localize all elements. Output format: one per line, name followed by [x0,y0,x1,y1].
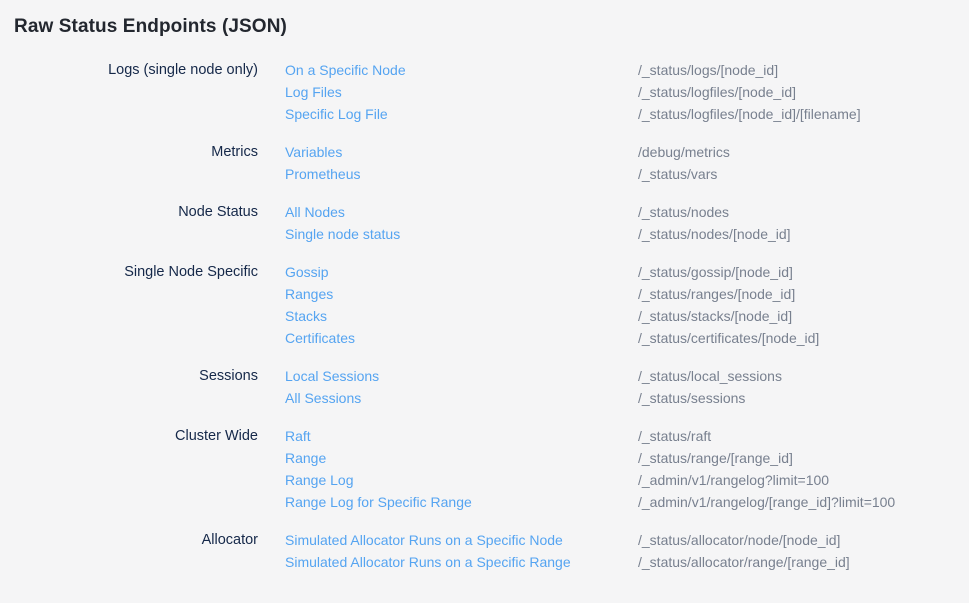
section-rows: Variables/debug/metricsPrometheus/_statu… [285,141,730,185]
endpoint-link[interactable]: Specific Log File [285,103,638,125]
endpoint-row: Log Files/_status/logfiles/[node_id] [285,81,861,103]
endpoint-link[interactable]: Simulated Allocator Runs on a Specific R… [285,551,638,573]
endpoint-row: Prometheus/_status/vars [285,163,730,185]
endpoint-path: /_status/certificates/[node_id] [638,327,819,349]
endpoint-section: Logs (single node only) On a Specific Nod… [14,59,955,125]
endpoint-link[interactable]: Single node status [285,223,638,245]
section-rows: Simulated Allocator Runs on a Specific N… [285,529,850,573]
endpoint-section: Allocator Simulated Allocator Runs on a S… [14,529,955,573]
endpoint-row: Certificates/_status/certificates/[node_… [285,327,819,349]
endpoint-row: On a Specific Node/_status/logs/[node_id… [285,59,861,81]
endpoint-row: Variables/debug/metrics [285,141,730,163]
section-label: Cluster Wide [14,425,258,447]
endpoint-path: /_status/range/[range_id] [638,447,793,469]
endpoint-row: All Nodes/_status/nodes [285,201,791,223]
endpoint-row: Single node status/_status/nodes/[node_i… [285,223,791,245]
endpoint-link[interactable]: Variables [285,141,638,163]
endpoint-row: Range Log for Specific Range/_admin/v1/r… [285,491,895,513]
endpoint-path: /_status/gossip/[node_id] [638,261,793,283]
endpoint-path: /_status/raft [638,425,711,447]
endpoint-path: /_status/vars [638,163,717,185]
section-label: Metrics [14,141,258,163]
section-label: Logs (single node only) [14,59,258,81]
endpoint-link[interactable]: Range Log for Specific Range [285,491,638,513]
endpoint-path: /_status/allocator/node/[node_id] [638,529,840,551]
endpoint-path: /_admin/v1/rangelog/[range_id]?limit=100 [638,491,895,513]
endpoint-link[interactable]: Local Sessions [285,365,638,387]
section-rows: All Nodes/_status/nodesSingle node statu… [285,201,791,245]
section-rows: On a Specific Node/_status/logs/[node_id… [285,59,861,125]
section-rows: Gossip/_status/gossip/[node_id]Ranges/_s… [285,261,819,349]
section-rows: Raft/_status/raftRange/_status/range/[ra… [285,425,895,513]
section-label: Allocator [14,529,258,551]
endpoint-section: Sessions Local Sessions/_status/local_ses… [14,365,955,409]
endpoint-path: /_status/nodes [638,201,729,223]
endpoint-link[interactable]: Ranges [285,283,638,305]
endpoint-link[interactable]: Raft [285,425,638,447]
endpoint-row: Stacks/_status/stacks/[node_id] [285,305,819,327]
endpoint-path: /_status/logfiles/[node_id]/[filename] [638,103,861,125]
endpoint-link[interactable]: Range [285,447,638,469]
endpoint-link[interactable]: Stacks [285,305,638,327]
endpoint-row: Simulated Allocator Runs on a Specific N… [285,529,850,551]
endpoint-path: /_status/nodes/[node_id] [638,223,791,245]
endpoint-path: /debug/metrics [638,141,730,163]
endpoint-path: /_status/allocator/range/[range_id] [638,551,850,573]
page-title: Raw Status Endpoints (JSON) [14,15,955,38]
section-rows: Local Sessions/_status/local_sessionsAll… [285,365,782,409]
endpoint-row: Simulated Allocator Runs on a Specific R… [285,551,850,573]
endpoint-link[interactable]: Log Files [285,81,638,103]
endpoint-path: /_status/logfiles/[node_id] [638,81,796,103]
endpoint-section: Cluster Wide Raft/_status/raftRange/_stat… [14,425,955,513]
endpoint-row: Range/_status/range/[range_id] [285,447,895,469]
section-label: Node Status [14,201,258,223]
endpoint-link[interactable]: All Sessions [285,387,638,409]
endpoint-link[interactable]: All Nodes [285,201,638,223]
raw-status-endpoints-page: Raw Status Endpoints (JSON) Logs (single… [0,0,969,573]
endpoint-link[interactable]: Gossip [285,261,638,283]
endpoint-section: Single Node Specific Gossip/_status/gossi… [14,261,955,349]
endpoint-path: /_status/sessions [638,387,745,409]
endpoint-path: /_status/stacks/[node_id] [638,305,792,327]
endpoint-row: All Sessions/_status/sessions [285,387,782,409]
endpoint-path: /_status/logs/[node_id] [638,59,778,81]
endpoint-link[interactable]: On a Specific Node [285,59,638,81]
endpoint-link[interactable]: Range Log [285,469,638,491]
endpoint-path: /_status/ranges/[node_id] [638,283,795,305]
endpoint-section: Node Status All Nodes/_status/nodesSingle… [14,201,955,245]
endpoint-row: Gossip/_status/gossip/[node_id] [285,261,819,283]
section-label: Sessions [14,365,258,387]
endpoint-row: Specific Log File/_status/logfiles/[node… [285,103,861,125]
endpoint-link[interactable]: Certificates [285,327,638,349]
endpoint-path: /_status/local_sessions [638,365,782,387]
endpoint-row: Local Sessions/_status/local_sessions [285,365,782,387]
section-label: Single Node Specific [14,261,258,283]
endpoint-row: Ranges/_status/ranges/[node_id] [285,283,819,305]
endpoints-table: Logs (single node only) On a Specific Nod… [14,59,955,573]
endpoint-path: /_admin/v1/rangelog?limit=100 [638,469,829,491]
endpoint-section: Metrics Variables/debug/metricsPrometheus… [14,141,955,185]
endpoint-row: Raft/_status/raft [285,425,895,447]
endpoint-link[interactable]: Simulated Allocator Runs on a Specific N… [285,529,638,551]
endpoint-row: Range Log/_admin/v1/rangelog?limit=100 [285,469,895,491]
endpoint-link[interactable]: Prometheus [285,163,638,185]
